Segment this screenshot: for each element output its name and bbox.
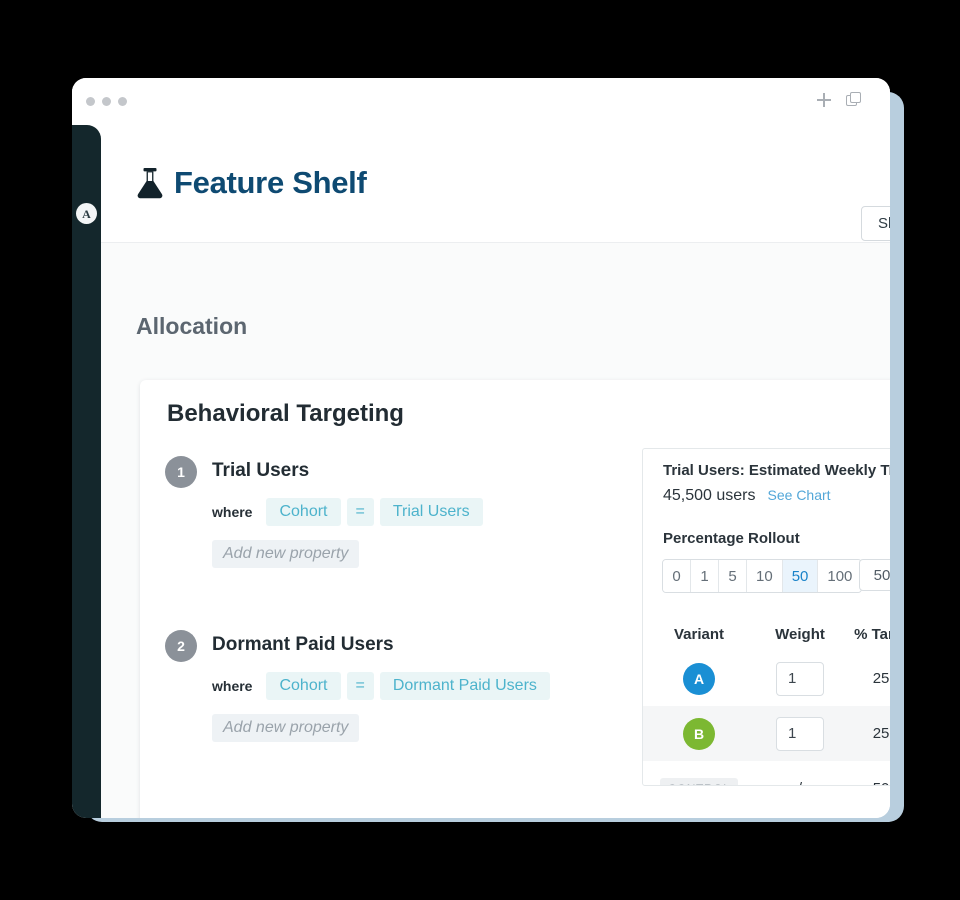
rule-name: Dormant Paid Users <box>212 634 394 655</box>
variant-cell: B <box>643 717 755 750</box>
allocation-card: Behavioral Targeting 1 Trial Users where… <box>140 380 890 818</box>
property-chip[interactable]: Cohort <box>266 498 341 526</box>
operator-chip[interactable]: = <box>346 672 374 700</box>
maximize-dot[interactable] <box>118 97 127 106</box>
rollout-label: Percentage Rollout <box>663 530 800 547</box>
table-row: A 1 25.0% <box>643 651 890 706</box>
copy-icon[interactable] <box>846 92 862 108</box>
rollout-percent-input[interactable]: 50 <box>859 559 890 591</box>
value-chip[interactable]: Dormant Paid Users <box>379 672 550 700</box>
rollout-option-0[interactable]: 0 <box>663 560 691 592</box>
rule-number-badge: 2 <box>165 630 197 662</box>
weight-cell: n/a <box>755 780 845 785</box>
variant-cell: CONTROL <box>643 777 755 785</box>
variant-badge-a: A <box>683 662 715 695</box>
variants-table: Variant Weight % Targeted A 1 <box>643 617 890 785</box>
screenshot-stage: A Feature Shelf Share Allocation Behavio… <box>0 0 960 900</box>
app-header: Feature Shelf Share <box>101 125 890 243</box>
share-button[interactable]: Share <box>861 206 890 241</box>
close-dot[interactable] <box>86 97 95 106</box>
table-row: B 1 25.0% <box>643 706 890 761</box>
rule-number-badge: 1 <box>165 456 197 488</box>
variant-badge-b: B <box>683 717 715 750</box>
operator-chip[interactable]: = <box>346 498 374 526</box>
minimize-dot[interactable] <box>102 97 111 106</box>
page-title: Feature Shelf <box>174 165 367 200</box>
weight-cell: 1 <box>755 716 845 751</box>
left-rail: A <box>72 125 101 818</box>
targeted-value-a: 25.0% <box>872 670 890 687</box>
section-heading: Allocation <box>136 313 248 339</box>
rule-condition: where Cohort = Trial Users <box>212 498 483 526</box>
see-chart-link[interactable]: See Chart <box>768 487 831 503</box>
targeted-value-control: 50.0% <box>845 780 890 785</box>
variant-cell: A <box>643 662 755 695</box>
rollout-option-10[interactable]: 10 <box>747 560 783 592</box>
card-heading: Behavioral Targeting <box>167 400 404 427</box>
variant-badge-control: CONTROL <box>659 777 739 785</box>
table-header-row: Variant Weight % Targeted <box>643 617 890 651</box>
traffic-value-row: 45,500 users See Chart <box>663 487 831 505</box>
targeted-value-b: 25.0% <box>872 725 890 742</box>
weight-value-control: n/a <box>755 780 845 785</box>
rule-condition: where Cohort = Dormant Paid Users <box>212 672 550 700</box>
window-titlebar <box>72 78 890 126</box>
traffic-stats-panel: Trial Users: Estimated Weekly Traffic 45… <box>642 448 890 786</box>
app-body: Feature Shelf Share Allocation Behaviora… <box>101 125 890 818</box>
rollout-option-1[interactable]: 1 <box>691 560 719 592</box>
window-traffic-lights[interactable] <box>86 97 127 106</box>
column-header-variant: Variant <box>673 625 725 643</box>
where-label: where <box>212 504 253 520</box>
weight-input-a[interactable]: 1 <box>776 661 824 696</box>
table-row: CONTROL n/a 50.0% <box>643 761 890 785</box>
browser-window: A Feature Shelf Share Allocation Behavio… <box>72 78 890 818</box>
plus-icon[interactable] <box>816 92 832 108</box>
rule-name: Trial Users <box>212 460 310 481</box>
rollout-segmented-control[interactable]: 0 1 5 10 50 100 <box>662 559 863 593</box>
property-chip[interactable]: Cohort <box>266 672 341 700</box>
column-header-weight: Weight <box>775 625 825 643</box>
rollout-option-5[interactable]: 5 <box>719 560 747 592</box>
titlebar-actions <box>816 92 862 108</box>
weight-input-b[interactable]: 1 <box>776 716 824 751</box>
value-chip[interactable]: Trial Users <box>379 498 483 526</box>
flask-icon <box>137 167 163 198</box>
traffic-label: Trial Users: Estimated Weekly Traffic <box>663 462 890 479</box>
weight-cell: 1 <box>755 661 845 696</box>
rollout-option-50[interactable]: 50 <box>782 560 819 592</box>
avatar[interactable]: A <box>76 203 97 224</box>
where-label: where <box>212 678 253 694</box>
traffic-value: 45,500 users <box>663 487 756 504</box>
add-new-property-button[interactable]: Add new property <box>212 714 360 742</box>
rollout-option-100[interactable]: 100 <box>818 560 862 592</box>
add-new-property-button[interactable]: Add new property <box>212 540 360 568</box>
column-header-targeted: % Targeted <box>854 625 890 643</box>
brand: Feature Shelf <box>136 165 367 201</box>
